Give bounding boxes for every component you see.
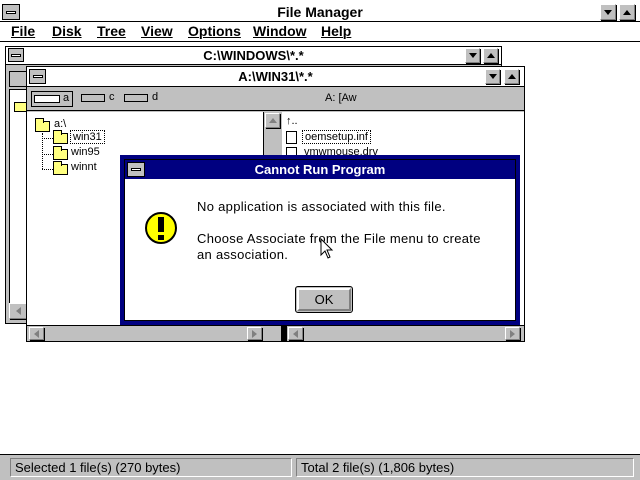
- dialog-message-line3: an association.: [197, 247, 289, 262]
- front-window-system-menu[interactable]: [29, 69, 46, 84]
- file-scroll-right[interactable]: [505, 327, 520, 340]
- tree-item-win95[interactable]: win95: [71, 146, 100, 158]
- tree-connector: [42, 154, 53, 155]
- menu-help[interactable]: Help: [321, 23, 351, 39]
- drive-c[interactable]: c: [79, 91, 121, 107]
- hard-drive-icon: [81, 94, 105, 102]
- tree-connector: [42, 169, 53, 170]
- file-item-oemsetup[interactable]: oemsetup.inf: [302, 130, 371, 144]
- dialog-message-line1: No application is associated with this f…: [197, 199, 446, 214]
- arrow-up-icon: [268, 118, 277, 123]
- drive-d-letter: d: [152, 91, 159, 103]
- app-title: File Manager: [277, 4, 363, 20]
- file-scroll-left[interactable]: [288, 327, 303, 340]
- back-window-title-bar[interactable]: C:\WINDOWS\*.*: [6, 47, 501, 65]
- tree-horizontal-scrollbar[interactable]: [27, 325, 281, 341]
- ok-button-label: OK: [297, 288, 351, 311]
- volume-label: A: [Aw: [325, 92, 357, 104]
- mouse-pointer-icon: [320, 238, 334, 259]
- front-window-title-bar[interactable]: A:\WIN31\*.*: [27, 67, 524, 87]
- drive-d[interactable]: d: [122, 91, 164, 107]
- floppy-drive-icon: [34, 95, 60, 103]
- menu-bar: File Disk Tree View Options Window Help: [0, 22, 640, 42]
- minimize-icon: [488, 74, 497, 79]
- menu-options[interactable]: Options: [188, 23, 241, 39]
- tree-item-win31[interactable]: win31: [70, 130, 105, 144]
- dialog-title: Cannot Run Program: [254, 162, 386, 177]
- folder-icon: [53, 146, 68, 160]
- drive-a-letter: a: [63, 92, 70, 104]
- arrow-left-icon: [34, 329, 39, 338]
- arrow-right-icon: [252, 329, 257, 338]
- status-total: Total 2 file(s) (1,806 bytes): [296, 458, 634, 477]
- tree-item-winnt[interactable]: winnt: [71, 161, 97, 173]
- ok-button[interactable]: OK: [295, 286, 353, 313]
- maximize-icon: [623, 9, 631, 15]
- status-selected: Selected 1 file(s) (270 bytes): [10, 458, 292, 477]
- maximize-icon: [486, 53, 495, 58]
- back-window-maximize-button[interactable]: [483, 48, 498, 63]
- arrow-left-icon: [293, 329, 298, 338]
- parent-directory-icon[interactable]: ↑..: [286, 115, 298, 127]
- dialog-system-menu[interactable]: [127, 162, 145, 177]
- back-window-minimize-button[interactable]: [465, 48, 480, 63]
- drive-bar: a c d A: [Aw: [27, 87, 524, 111]
- arrow-right-icon: [510, 329, 515, 338]
- dialog-title-bar[interactable]: Cannot Run Program: [125, 160, 515, 179]
- front-window-minimize-button[interactable]: [485, 69, 500, 84]
- back-window-title: C:\WINDOWS\*.*: [203, 48, 304, 63]
- front-window-title: A:\WIN31\*.*: [238, 69, 313, 84]
- menu-window[interactable]: Window: [253, 23, 307, 39]
- front-window-maximize-button[interactable]: [504, 69, 519, 84]
- minimize-icon: [468, 53, 477, 58]
- tree-scroll-up[interactable]: [265, 113, 280, 128]
- back-window-scroll-left[interactable]: [9, 303, 27, 319]
- menu-file[interactable]: File: [11, 23, 35, 39]
- file-horizontal-scrollbar[interactable]: [287, 325, 524, 341]
- folder-icon: [53, 161, 68, 175]
- tree-connector: [42, 138, 53, 139]
- cdrom-drive-icon: [124, 94, 148, 102]
- menu-disk[interactable]: Disk: [52, 23, 82, 39]
- dialog-message-line2: Choose Associate from the File menu to c…: [197, 231, 481, 246]
- menu-tree[interactable]: Tree: [97, 23, 126, 39]
- app-title-bar[interactable]: File Manager: [0, 3, 640, 22]
- tree-scroll-right[interactable]: [247, 327, 262, 340]
- file-icon: [286, 131, 297, 144]
- tree-scroll-left[interactable]: [29, 327, 44, 340]
- open-folder-icon: [53, 130, 68, 144]
- exclamation-icon: [145, 212, 177, 244]
- drive-a[interactable]: a: [31, 91, 73, 107]
- app-maximize-button[interactable]: [619, 4, 635, 20]
- status-bar: Selected 1 file(s) (270 bytes) Total 2 f…: [0, 454, 640, 480]
- menu-view[interactable]: View: [141, 23, 173, 39]
- drive-c-letter: c: [109, 91, 115, 103]
- arrow-left-icon: [15, 307, 21, 315]
- tree-item-root[interactable]: a:\: [54, 118, 66, 130]
- folder-icon: [35, 118, 50, 132]
- minimize-icon: [604, 9, 612, 15]
- app-minimize-button[interactable]: [600, 4, 616, 20]
- back-window-system-menu[interactable]: [8, 48, 24, 62]
- maximize-icon: [507, 74, 516, 79]
